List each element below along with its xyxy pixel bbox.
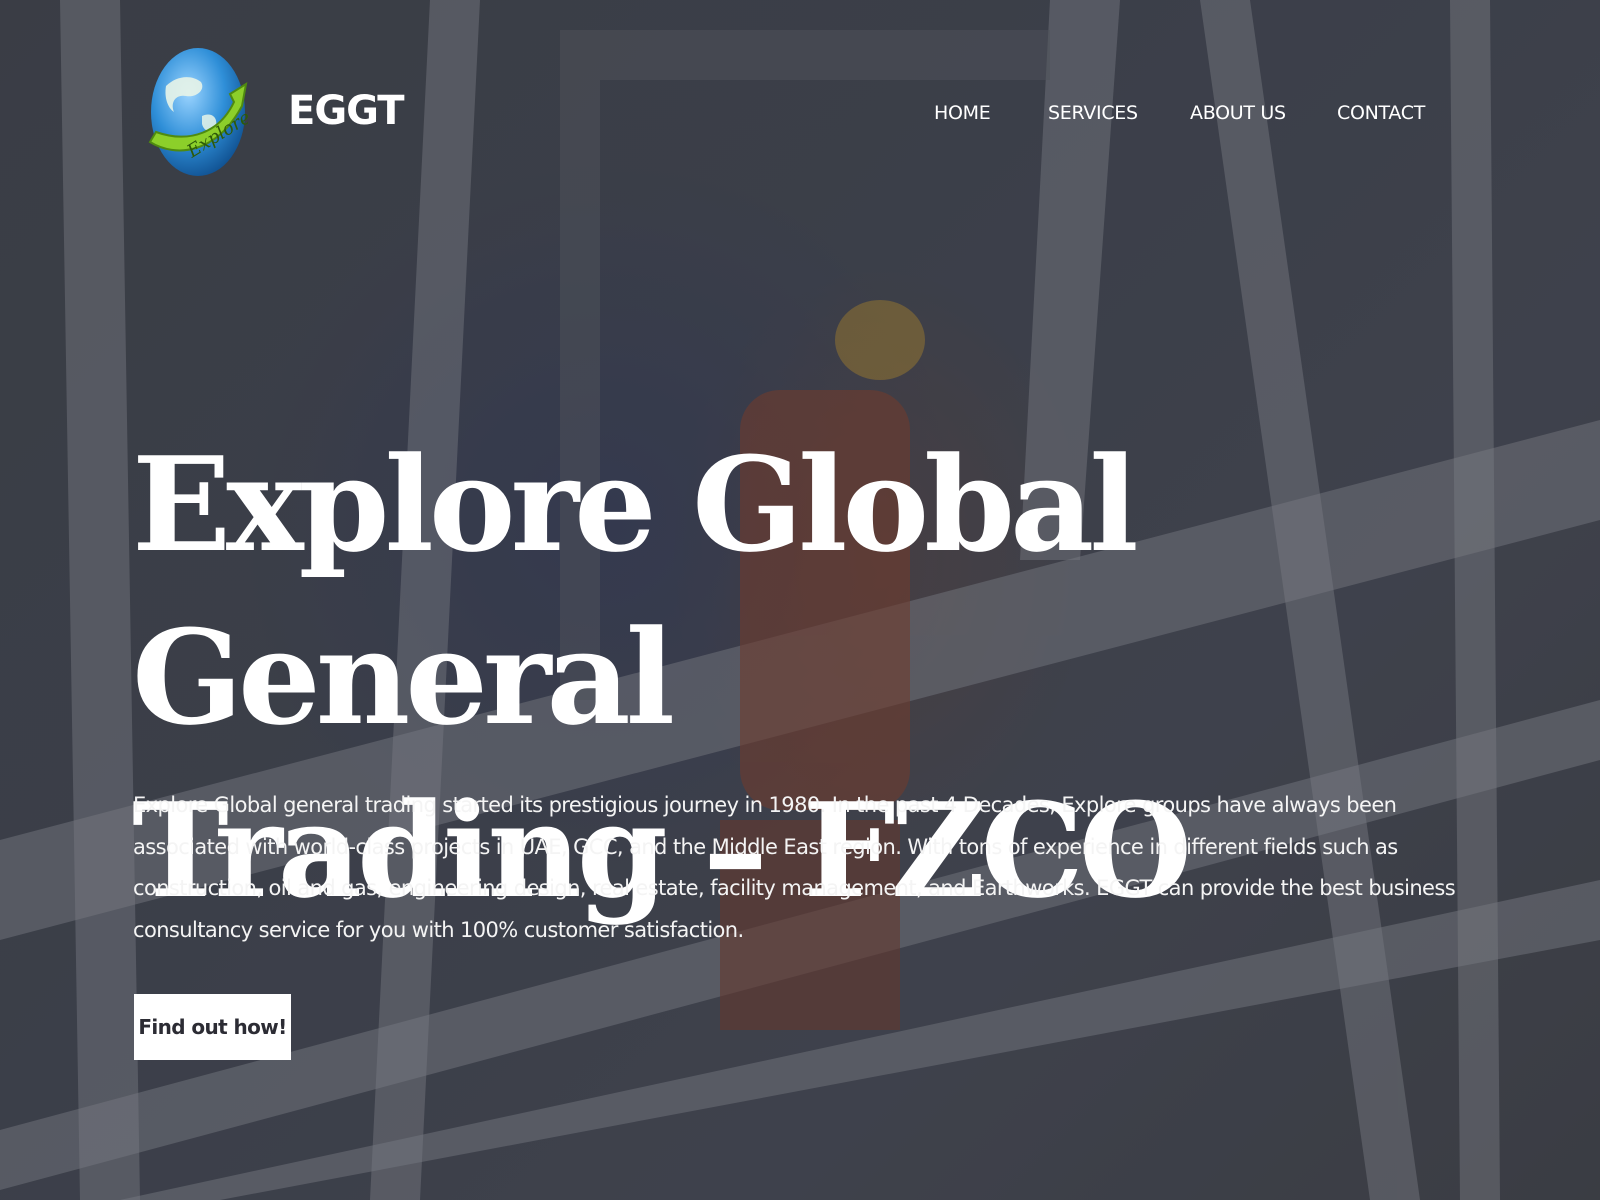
nav-item-home[interactable]: HOME bbox=[934, 102, 991, 124]
hero-description: Explore Global general trading started i… bbox=[133, 793, 1456, 942]
nav-item-services[interactable]: SERVICES bbox=[1048, 102, 1138, 124]
hero-title-line-1: Explore Global General bbox=[132, 428, 1139, 754]
find-out-how-button[interactable]: Find out how! bbox=[134, 994, 291, 1060]
nav-item-contact[interactable]: CONTACT bbox=[1337, 102, 1425, 124]
nav-item-about-us[interactable]: ABOUT US bbox=[1190, 102, 1286, 124]
site-header: Explore EGGT HOME SERVICES ABOUT US CONT… bbox=[0, 0, 1600, 230]
main-navigation: HOME SERVICES ABOUT US CONTACT bbox=[0, 102, 1600, 132]
